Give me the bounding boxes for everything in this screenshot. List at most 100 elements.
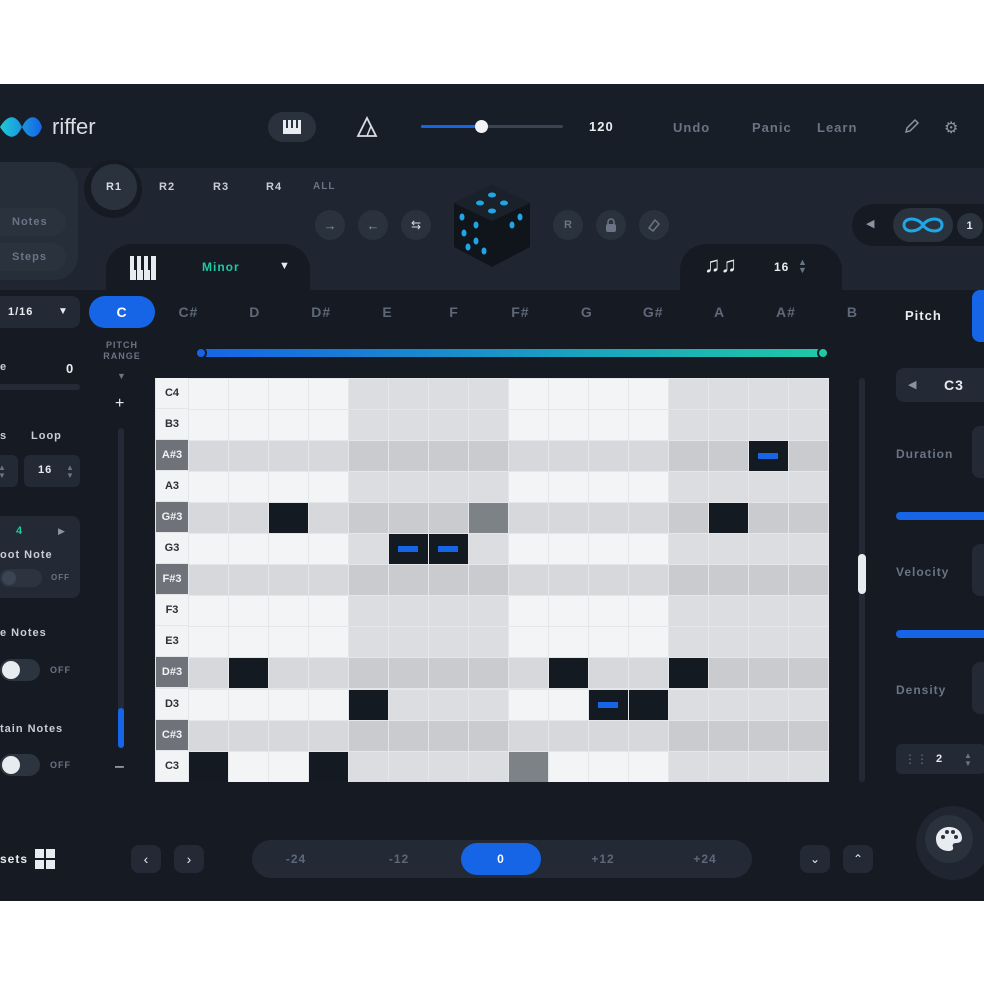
grid-cell[interactable] — [229, 565, 268, 596]
grid-cell[interactable] — [389, 565, 428, 596]
riff-all-button[interactable]: ALL — [313, 181, 335, 192]
scale-dropdown[interactable]: Minor — [202, 260, 240, 274]
grid-cell[interactable] — [589, 472, 628, 503]
grid-cell[interactable] — [709, 751, 748, 782]
grid-cell[interactable] — [469, 472, 508, 503]
note-marker[interactable] — [398, 546, 418, 553]
key-g-sharp[interactable]: G# — [620, 296, 686, 328]
grid-cell[interactable] — [589, 379, 628, 409]
grid-cell[interactable] — [229, 720, 268, 751]
grid-cell[interactable] — [789, 720, 828, 751]
grid-cell[interactable] — [549, 472, 588, 503]
grid-cell[interactable] — [789, 379, 828, 409]
key-a[interactable]: A — [687, 296, 753, 328]
grid-cell[interactable] — [229, 751, 268, 782]
grid-cell[interactable] — [349, 410, 388, 441]
scroll-up-button[interactable]: ⌃ — [843, 845, 873, 873]
presets-label[interactable]: sets — [0, 852, 28, 866]
grid-cell[interactable] — [189, 689, 228, 720]
grid-cell[interactable] — [509, 751, 548, 782]
chevron-down-icon[interactable]: ▼ — [279, 260, 290, 272]
next-preset-button[interactable]: › — [174, 845, 204, 873]
grid-cell[interactable] — [269, 410, 308, 441]
grid-cell[interactable] — [549, 441, 588, 472]
grid-cell[interactable] — [429, 627, 468, 658]
grid-cell[interactable] — [429, 720, 468, 751]
grid-cell[interactable] — [189, 379, 228, 409]
grid-cell[interactable] — [309, 379, 348, 409]
grid-cell[interactable] — [189, 565, 228, 596]
grid-cell[interactable] — [349, 627, 388, 658]
riff-r4-button[interactable]: R4 — [266, 181, 282, 193]
grid-cell[interactable] — [189, 503, 228, 534]
grid-cell[interactable] — [589, 751, 628, 782]
grid-cell[interactable] — [589, 627, 628, 658]
grid-cell[interactable] — [549, 596, 588, 627]
grid-cell[interactable] — [269, 472, 308, 503]
grid-cell[interactable] — [349, 565, 388, 596]
grid-cell[interactable] — [749, 472, 788, 503]
grid-cell[interactable] — [389, 689, 428, 720]
grid-cell[interactable] — [509, 534, 548, 565]
note-marker[interactable] — [758, 453, 778, 460]
grid-cell[interactable] — [789, 410, 828, 441]
reverse-button[interactable]: R — [553, 210, 583, 240]
grid-cell[interactable] — [469, 596, 508, 627]
grid-cell[interactable] — [589, 534, 628, 565]
key-a-sharp[interactable]: A# — [753, 296, 819, 328]
scroll-down-button[interactable]: ⌄ — [800, 845, 830, 873]
grid-cell[interactable] — [269, 627, 308, 658]
duration-slider[interactable] — [896, 512, 984, 520]
octave-button-minus12[interactable]: -12 — [359, 843, 439, 875]
key-d-sharp[interactable]: D# — [288, 296, 354, 328]
grid-cell[interactable] — [309, 627, 348, 658]
grid-cell[interactable] — [389, 720, 428, 751]
grid-cell[interactable] — [549, 410, 588, 441]
grid-cell[interactable] — [389, 596, 428, 627]
grid-cell[interactable] — [189, 534, 228, 565]
grid-cell[interactable] — [789, 627, 828, 658]
grid-cell[interactable] — [669, 534, 708, 565]
grid-cell[interactable] — [709, 689, 748, 720]
grid-cell[interactable] — [189, 751, 228, 782]
grid-cell[interactable] — [429, 472, 468, 503]
grid-cell[interactable] — [589, 565, 628, 596]
grid-cell[interactable] — [629, 441, 668, 472]
grid-cell[interactable] — [749, 689, 788, 720]
grid-cell[interactable] — [349, 441, 388, 472]
grid-cell[interactable] — [789, 596, 828, 627]
grid-cell[interactable] — [229, 472, 268, 503]
grid-cell[interactable] — [589, 441, 628, 472]
grid-cell[interactable] — [509, 472, 548, 503]
grid-cell[interactable] — [629, 472, 668, 503]
pitch-range-start-handle[interactable] — [195, 347, 207, 359]
steps-stepper-icon[interactable]: ▲ ▼ — [798, 258, 807, 275]
riff-r2-button[interactable]: R2 — [159, 181, 175, 193]
grid-cell[interactable] — [349, 379, 388, 409]
grid-cell[interactable] — [509, 689, 548, 720]
grid-cell[interactable] — [549, 689, 588, 720]
grid-cell[interactable] — [589, 410, 628, 441]
grid-cell[interactable] — [469, 534, 508, 565]
grid-cell[interactable] — [669, 565, 708, 596]
grid-cell[interactable] — [669, 441, 708, 472]
grid-cell[interactable] — [749, 627, 788, 658]
grid-cell[interactable] — [709, 441, 748, 472]
notes-tab[interactable]: Notes — [0, 208, 66, 236]
grid-cell[interactable] — [469, 627, 508, 658]
shift-right-button[interactable]: → — [315, 210, 345, 240]
grid-cell[interactable] — [509, 441, 548, 472]
grid-cell[interactable] — [629, 596, 668, 627]
grid-cell[interactable] — [549, 565, 588, 596]
shift-left-button[interactable]: ← — [358, 210, 388, 240]
octave-button-plus12[interactable]: +12 — [563, 843, 643, 875]
grid-cell[interactable] — [349, 720, 388, 751]
grid-cell[interactable] — [189, 658, 228, 689]
grid-cell[interactable] — [789, 565, 828, 596]
grid-cell[interactable] — [709, 379, 748, 409]
grid-cell[interactable] — [669, 751, 708, 782]
grid-cell[interactable] — [389, 627, 428, 658]
grid-cell[interactable] — [309, 565, 348, 596]
lock-button[interactable] — [596, 210, 626, 240]
grid-cell[interactable] — [389, 441, 428, 472]
